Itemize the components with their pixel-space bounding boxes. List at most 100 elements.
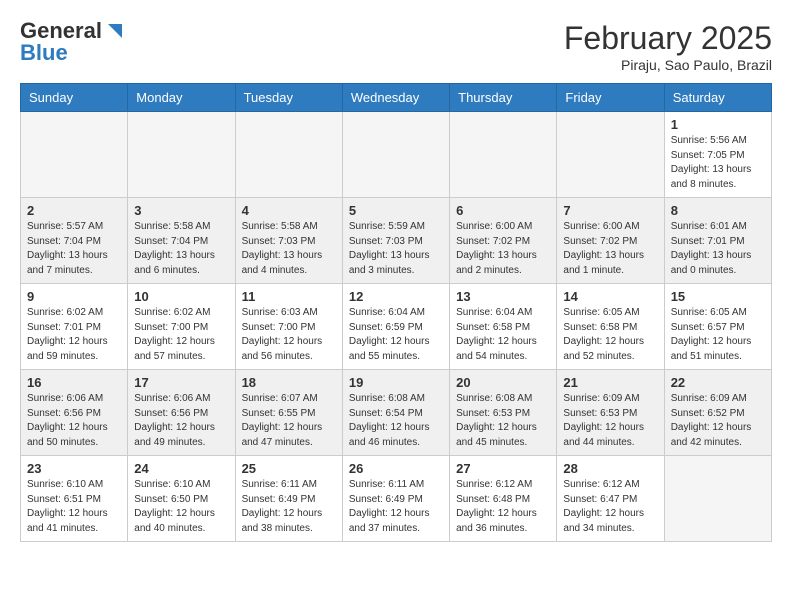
day-info: Sunrise: 5:57 AM Sunset: 7:04 PM Dayligh…: [27, 220, 121, 278]
weekday-header-wednesday: Wednesday: [342, 84, 449, 112]
day-info: Sunrise: 6:06 AM Sunset: 6:56 PM Dayligh…: [27, 392, 121, 450]
calendar-day-cell: 1 Sunrise: 5:56 AM Sunset: 7:05 PM Daylig…: [664, 112, 771, 198]
day-number: 2: [27, 203, 121, 218]
day-info: Sunrise: 6:04 AM Sunset: 6:58 PM Dayligh…: [456, 306, 550, 364]
logo: General Blue: [20, 20, 122, 64]
day-info: Sunrise: 6:02 AM Sunset: 7:00 PM Dayligh…: [134, 306, 228, 364]
calendar-day-cell: 16 Sunrise: 6:06 AM Sunset: 6:56 PM Dayli…: [21, 370, 128, 456]
day-number: 10: [134, 289, 228, 304]
day-number: 15: [671, 289, 765, 304]
calendar-day-cell: 6 Sunrise: 6:00 AM Sunset: 7:02 PM Daylig…: [450, 198, 557, 284]
day-info: Sunrise: 6:09 AM Sunset: 6:52 PM Dayligh…: [671, 392, 765, 450]
calendar-week-row: 16 Sunrise: 6:06 AM Sunset: 6:56 PM Dayli…: [21, 370, 772, 456]
calendar-day-cell: 9Sunrise: 6:02 AM Sunset: 7:01 PM Daylig…: [21, 284, 128, 370]
weekday-header-thursday: Thursday: [450, 84, 557, 112]
day-number: 14: [563, 289, 657, 304]
day-info: Sunrise: 5:59 AM Sunset: 7:03 PM Dayligh…: [349, 220, 443, 278]
day-info: Sunrise: 6:09 AM Sunset: 6:53 PM Dayligh…: [563, 392, 657, 450]
logo-general-text: General: [20, 20, 102, 42]
calendar-day-cell: 14 Sunrise: 6:05 AM Sunset: 6:58 PM Dayli…: [557, 284, 664, 370]
calendar-day-cell: 23 Sunrise: 6:10 AM Sunset: 6:51 PM Dayli…: [21, 456, 128, 542]
day-info: Sunrise: 5:58 AM Sunset: 7:04 PM Dayligh…: [134, 220, 228, 278]
calendar-table: SundayMondayTuesdayWednesdayThursdayFrid…: [20, 83, 772, 542]
calendar-day-cell: 28 Sunrise: 6:12 AM Sunset: 6:47 PM Dayli…: [557, 456, 664, 542]
calendar-day-cell: 20 Sunrise: 6:08 AM Sunset: 6:53 PM Dayli…: [450, 370, 557, 456]
day-number: 25: [242, 461, 336, 476]
calendar-week-row: 23 Sunrise: 6:10 AM Sunset: 6:51 PM Dayli…: [21, 456, 772, 542]
day-number: 26: [349, 461, 443, 476]
calendar-day-cell: 19Sunrise: 6:08 AM Sunset: 6:54 PM Dayli…: [342, 370, 449, 456]
calendar-day-cell: [342, 112, 449, 198]
day-number: 11: [242, 289, 336, 304]
calendar-day-cell: 27Sunrise: 6:12 AM Sunset: 6:48 PM Dayli…: [450, 456, 557, 542]
day-number: 27: [456, 461, 550, 476]
day-number: 24: [134, 461, 228, 476]
day-number: 18: [242, 375, 336, 390]
calendar-day-cell: 21 Sunrise: 6:09 AM Sunset: 6:53 PM Dayli…: [557, 370, 664, 456]
day-info: Sunrise: 6:05 AM Sunset: 6:58 PM Dayligh…: [563, 306, 657, 364]
day-number: 12: [349, 289, 443, 304]
calendar-day-cell: 26 Sunrise: 6:11 AM Sunset: 6:49 PM Dayli…: [342, 456, 449, 542]
calendar-day-cell: 18Sunrise: 6:07 AM Sunset: 6:55 PM Dayli…: [235, 370, 342, 456]
calendar-header-row: SundayMondayTuesdayWednesdayThursdayFrid…: [21, 84, 772, 112]
day-info: Sunrise: 6:06 AM Sunset: 6:56 PM Dayligh…: [134, 392, 228, 450]
day-info: Sunrise: 6:10 AM Sunset: 6:51 PM Dayligh…: [27, 478, 121, 536]
day-number: 16: [27, 375, 121, 390]
day-info: Sunrise: 6:10 AM Sunset: 6:50 PM Dayligh…: [134, 478, 228, 536]
day-info: Sunrise: 6:02 AM Sunset: 7:01 PM Dayligh…: [27, 306, 121, 364]
calendar-week-row: 9Sunrise: 6:02 AM Sunset: 7:01 PM Daylig…: [21, 284, 772, 370]
calendar-day-cell: 2 Sunrise: 5:57 AM Sunset: 7:04 PM Daylig…: [21, 198, 128, 284]
calendar-day-cell: [450, 112, 557, 198]
day-info: Sunrise: 6:12 AM Sunset: 6:47 PM Dayligh…: [563, 478, 657, 536]
day-number: 19: [349, 375, 443, 390]
day-info: Sunrise: 6:05 AM Sunset: 6:57 PM Dayligh…: [671, 306, 765, 364]
calendar-day-cell: [664, 456, 771, 542]
weekday-header-sunday: Sunday: [21, 84, 128, 112]
day-info: Sunrise: 6:08 AM Sunset: 6:53 PM Dayligh…: [456, 392, 550, 450]
day-number: 17: [134, 375, 228, 390]
calendar-day-cell: 7 Sunrise: 6:00 AM Sunset: 7:02 PM Daylig…: [557, 198, 664, 284]
day-number: 23: [27, 461, 121, 476]
calendar-day-cell: 12 Sunrise: 6:04 AM Sunset: 6:59 PM Dayli…: [342, 284, 449, 370]
page-header: General Blue February 2025 Piraju, Sao P…: [20, 20, 772, 73]
day-info: Sunrise: 6:11 AM Sunset: 6:49 PM Dayligh…: [349, 478, 443, 536]
calendar-day-cell: 24 Sunrise: 6:10 AM Sunset: 6:50 PM Dayli…: [128, 456, 235, 542]
calendar-day-cell: 15 Sunrise: 6:05 AM Sunset: 6:57 PM Dayli…: [664, 284, 771, 370]
calendar-day-cell: [21, 112, 128, 198]
day-number: 1: [671, 117, 765, 132]
month-title: February 2025: [564, 20, 772, 57]
calendar-week-row: 1 Sunrise: 5:56 AM Sunset: 7:05 PM Daylig…: [21, 112, 772, 198]
day-number: 20: [456, 375, 550, 390]
day-number: 6: [456, 203, 550, 218]
calendar-day-cell: [557, 112, 664, 198]
logo-triangle-icon: [104, 22, 122, 40]
day-number: 5: [349, 203, 443, 218]
day-info: Sunrise: 6:04 AM Sunset: 6:59 PM Dayligh…: [349, 306, 443, 364]
weekday-header-monday: Monday: [128, 84, 235, 112]
location-text: Piraju, Sao Paulo, Brazil: [564, 57, 772, 73]
calendar-day-cell: 5 Sunrise: 5:59 AM Sunset: 7:03 PM Daylig…: [342, 198, 449, 284]
day-info: Sunrise: 5:56 AM Sunset: 7:05 PM Dayligh…: [671, 134, 765, 192]
day-number: 7: [563, 203, 657, 218]
calendar-day-cell: 22 Sunrise: 6:09 AM Sunset: 6:52 PM Dayli…: [664, 370, 771, 456]
calendar-day-cell: 17 Sunrise: 6:06 AM Sunset: 6:56 PM Dayli…: [128, 370, 235, 456]
day-number: 8: [671, 203, 765, 218]
day-number: 21: [563, 375, 657, 390]
day-number: 13: [456, 289, 550, 304]
day-info: Sunrise: 6:11 AM Sunset: 6:49 PM Dayligh…: [242, 478, 336, 536]
day-number: 3: [134, 203, 228, 218]
calendar-day-cell: 10 Sunrise: 6:02 AM Sunset: 7:00 PM Dayli…: [128, 284, 235, 370]
day-info: Sunrise: 6:00 AM Sunset: 7:02 PM Dayligh…: [456, 220, 550, 278]
day-info: Sunrise: 6:03 AM Sunset: 7:00 PM Dayligh…: [242, 306, 336, 364]
calendar-day-cell: 8 Sunrise: 6:01 AM Sunset: 7:01 PM Daylig…: [664, 198, 771, 284]
calendar-day-cell: 13 Sunrise: 6:04 AM Sunset: 6:58 PM Dayli…: [450, 284, 557, 370]
weekday-header-friday: Friday: [557, 84, 664, 112]
day-number: 22: [671, 375, 765, 390]
calendar-day-cell: 11 Sunrise: 6:03 AM Sunset: 7:00 PM Dayli…: [235, 284, 342, 370]
day-number: 28: [563, 461, 657, 476]
day-info: Sunrise: 6:00 AM Sunset: 7:02 PM Dayligh…: [563, 220, 657, 278]
day-info: Sunrise: 6:01 AM Sunset: 7:01 PM Dayligh…: [671, 220, 765, 278]
weekday-header-saturday: Saturday: [664, 84, 771, 112]
weekday-header-tuesday: Tuesday: [235, 84, 342, 112]
calendar-day-cell: 4Sunrise: 5:58 AM Sunset: 7:03 PM Daylig…: [235, 198, 342, 284]
